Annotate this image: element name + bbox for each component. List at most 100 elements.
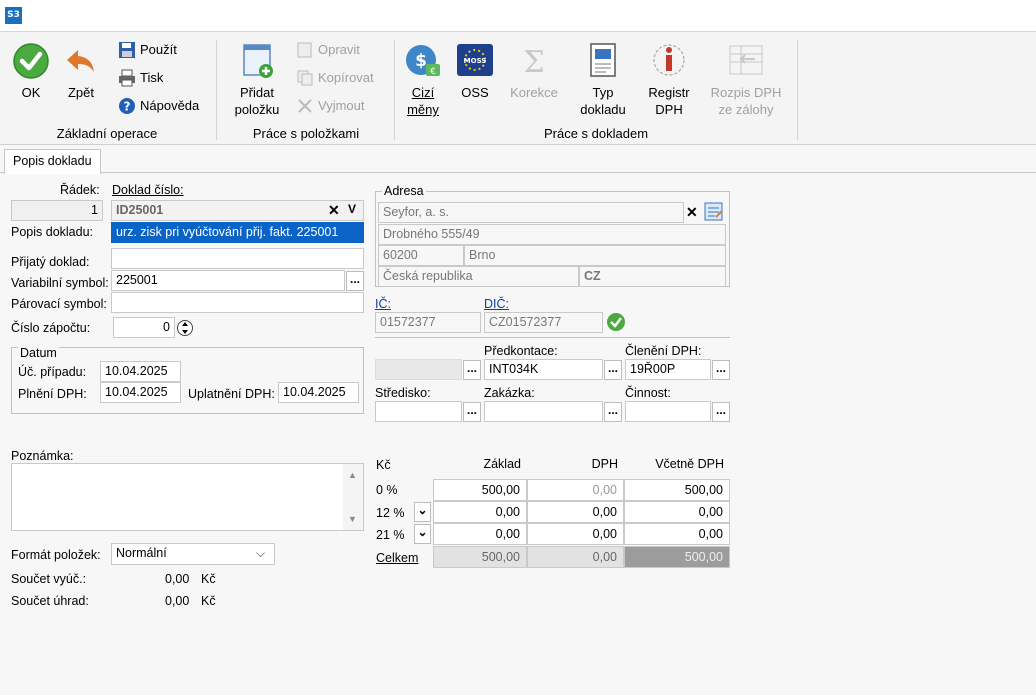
vs-label: Variabilní symbol: [11, 276, 109, 290]
prijaty-field[interactable] [111, 248, 364, 269]
vat-base-12[interactable]: 0,00 [433, 501, 527, 523]
ok-button[interactable]: OK [8, 42, 54, 101]
cut-button[interactable]: Vyjmout [296, 96, 364, 116]
vs-field[interactable]: 225001 [111, 270, 345, 291]
poznamka-scrollbar[interactable]: ▲ ▼ [343, 464, 363, 530]
cinnost-label: Činnost: [625, 386, 671, 400]
moss-icon: MOSS [456, 42, 494, 80]
zakazka-field[interactable] [484, 401, 603, 422]
vat-rate-21: 21 % [376, 528, 405, 542]
radek-field[interactable]: 1 [11, 200, 103, 221]
copy-icon [296, 69, 314, 87]
popis-field[interactable]: urz. zisk pri vyúčtování přij. fakt. 225… [111, 222, 364, 243]
breakdown-icon [727, 42, 765, 80]
dic-link[interactable]: DIČ: [484, 297, 509, 311]
soucet-uhrad-value: 0,00 [165, 594, 190, 608]
vat-vat-21[interactable]: 0,00 [527, 523, 624, 545]
blank-code-field[interactable] [375, 359, 462, 380]
ribbon: OK Zpět Použít Tisk ? Nápověda Základní … [0, 32, 1036, 145]
address-book-icon[interactable] [704, 202, 724, 221]
vat-header-base: Základ [483, 457, 521, 471]
copy-button[interactable]: Kopírovat [296, 68, 374, 88]
edit-button[interactable]: Opravit [296, 40, 360, 60]
tab-bar: Popis dokladu [0, 145, 1036, 174]
parovaci-field[interactable] [111, 292, 364, 313]
cleneni-field[interactable]: 19Ř00P [625, 359, 711, 380]
oss-button[interactable]: MOSS OSS [452, 42, 498, 101]
address-zip-field[interactable]: 60200 [378, 245, 464, 266]
correction-button[interactable]: Σ Korekce [505, 42, 563, 101]
scroll-down-icon[interactable]: ▼ [348, 514, 357, 524]
add-item-button[interactable]: Přidat položku [228, 42, 286, 118]
vs-browse-button[interactable]: ... [346, 271, 364, 291]
checkmark-icon [12, 42, 50, 80]
zapoctu-label: Číslo zápočtu: [11, 321, 91, 335]
svg-text:$: $ [415, 51, 427, 71]
cinnost-browse-button[interactable]: ... [712, 402, 730, 422]
zapoctu-field[interactable]: 0 [113, 317, 175, 338]
predkontace-field[interactable]: INT034K [484, 359, 603, 380]
vat-header-total: Včetně DPH [655, 457, 724, 471]
print-button[interactable]: Tisk [118, 68, 163, 88]
chevron-down-icon[interactable]: ⌵ [256, 546, 265, 561]
divider [375, 337, 730, 338]
blank-code-browse-button[interactable]: ... [463, 360, 481, 380]
vat-vat-12[interactable]: 0,00 [527, 501, 624, 523]
stredisko-label: Středisko: [375, 386, 431, 400]
zakazka-browse-button[interactable]: ... [604, 402, 622, 422]
address-country-code-field[interactable]: CZ [579, 266, 726, 287]
address-country-field[interactable]: Česká republika [378, 266, 579, 287]
plneni-field[interactable]: 10.04.2025 [100, 382, 181, 403]
soucet-uhrad-label: Součet úhrad: [11, 594, 89, 608]
address-street-field[interactable]: Drobného 555/49 [378, 224, 726, 245]
spinner-icon[interactable] [177, 318, 193, 338]
verified-check-icon[interactable] [606, 312, 626, 332]
vat-total-21[interactable]: 0,00 [624, 523, 730, 545]
vat-sum-vat: 0,00 [527, 546, 624, 568]
vat-total-12[interactable]: 0,00 [624, 501, 730, 523]
vat-total-0[interactable]: 500,00 [624, 479, 730, 501]
vat-base-0[interactable]: 500,00 [433, 479, 527, 501]
vat-breakdown-button[interactable]: Rozpis DPH ze zálohy [706, 42, 786, 118]
rate-12-dropdown-button[interactable]: ⌄ [414, 502, 431, 522]
format-select[interactable]: Normální [111, 543, 275, 565]
uplatneni-label: Uplatnění DPH: [188, 387, 275, 401]
undo-arrow-icon [62, 42, 100, 80]
stredisko-field[interactable] [375, 401, 462, 422]
help-icon: ? [118, 97, 136, 115]
dic-field[interactable]: CZ01572377 [484, 312, 603, 333]
rate-21-dropdown-button[interactable]: ⌄ [414, 524, 431, 544]
clear-icon[interactable]: ✕ [328, 202, 340, 219]
tab-popis-dokladu[interactable]: Popis dokladu [4, 149, 101, 174]
vat-rate-12: 12 % [376, 506, 405, 520]
doklad-cislo-field[interactable]: ID25001 [111, 200, 364, 221]
soucet-vyuc-value: 0,00 [165, 572, 190, 586]
chevron-down-icon[interactable]: V [348, 202, 356, 216]
vat-vat-0[interactable]: 0,00 [527, 479, 624, 501]
format-label: Formát položek: [11, 548, 101, 562]
predkontace-browse-button[interactable]: ... [604, 360, 622, 380]
svg-text:?: ? [124, 100, 131, 114]
address-city-field[interactable]: Brno [464, 245, 726, 266]
foreign-currency-button[interactable]: $ € Cizí měny [400, 42, 446, 118]
address-name-field[interactable]: Seyfor, a. s. [378, 202, 684, 223]
cleneni-browse-button[interactable]: ... [712, 360, 730, 380]
help-button[interactable]: ? Nápověda [118, 96, 199, 116]
uc-pripadu-field[interactable]: 10.04.2025 [100, 361, 181, 382]
vat-register-button[interactable]: Registr DPH [640, 42, 698, 118]
stredisko-browse-button[interactable]: ... [463, 402, 481, 422]
ic-field[interactable]: 01572377 [375, 312, 481, 333]
prijaty-label: Přijatý doklad: [11, 255, 90, 269]
floppy-icon [118, 41, 136, 59]
cinnost-field[interactable] [625, 401, 711, 422]
poznamka-textarea[interactable] [11, 463, 364, 531]
document-type-button[interactable]: Typ dokladu [576, 42, 630, 118]
ic-link[interactable]: IČ: [375, 297, 391, 311]
uplatneni-field[interactable]: 10.04.2025 [278, 382, 359, 403]
vat-base-21[interactable]: 0,00 [433, 523, 527, 545]
clear-icon[interactable]: ✕ [686, 204, 698, 221]
ribbon-separator [394, 40, 395, 140]
use-button[interactable]: Použít [118, 40, 177, 60]
back-button[interactable]: Zpět [58, 42, 104, 101]
scroll-up-icon[interactable]: ▲ [348, 470, 357, 480]
